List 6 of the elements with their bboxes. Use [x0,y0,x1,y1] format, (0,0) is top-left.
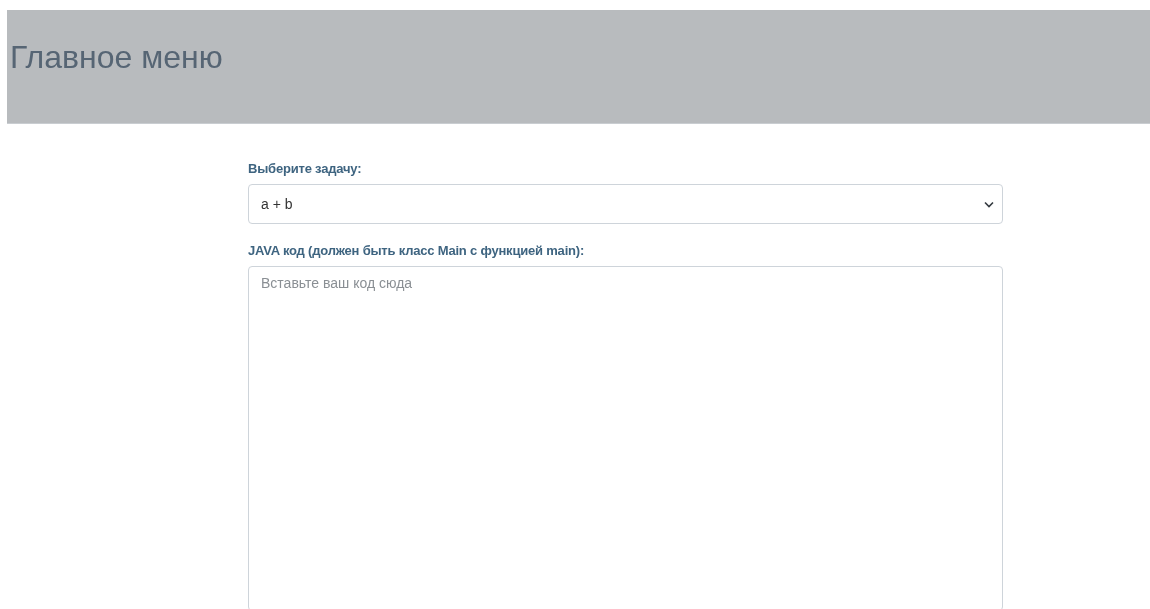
field-label: JAVA код (должен быть класс Main с функцией main): [248,243,585,258]
page-title: Главное меню [10,39,223,76]
field-label: Выберите задачу: [248,161,362,176]
code-input-field[interactable]: Вставьте ваш код сюда [248,266,1003,609]
chevron-icon [984,200,994,208]
task-dropdown[interactable]: a + b [248,184,1003,224]
